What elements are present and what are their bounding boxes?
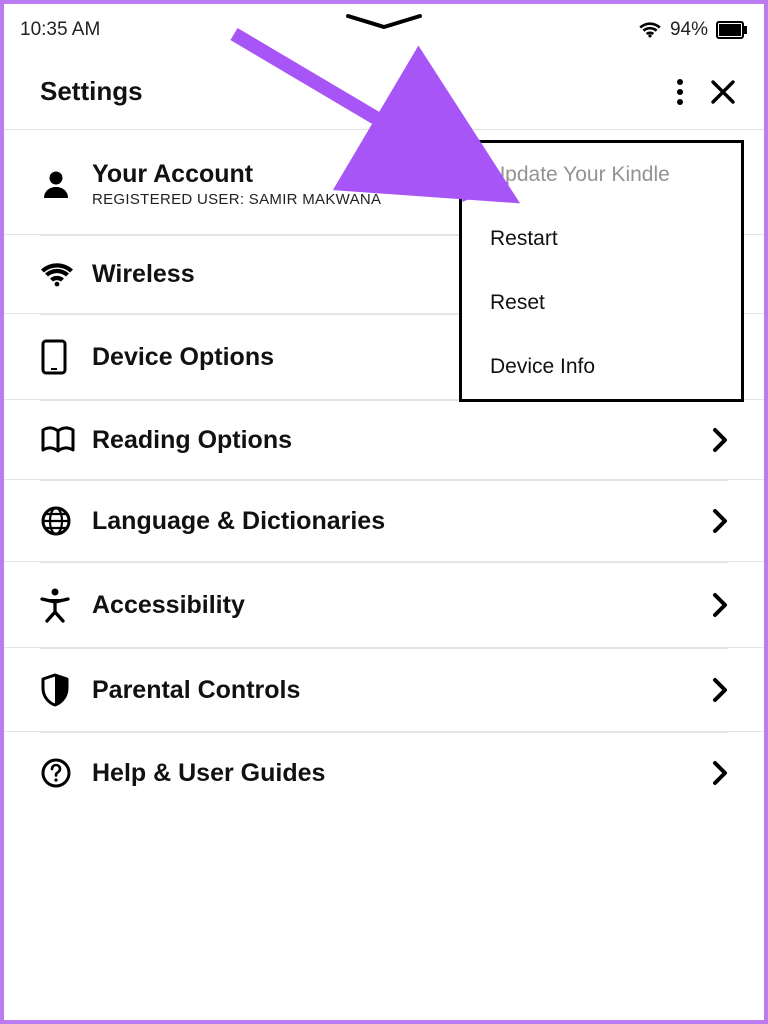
more-options-icon[interactable] [676,78,684,106]
book-icon [40,425,92,455]
tablet-icon [40,339,92,375]
accessibility-icon [40,587,92,623]
menu-item-restart[interactable]: Restart [462,207,741,271]
row-title: Reading Options [92,426,712,455]
row-help-guides[interactable]: Help & User Guides [4,733,764,813]
row-title: Language & Dictionaries [92,507,712,536]
close-icon[interactable] [710,79,736,105]
wifi-icon [40,261,92,289]
pull-down-handle-icon[interactable] [342,12,426,32]
menu-item-device-info[interactable]: Device Info [462,335,741,399]
status-time: 10:35 AM [20,19,100,41]
battery-percent: 94% [670,19,708,41]
chevron-right-icon [712,760,728,786]
chevron-right-icon [712,508,728,534]
row-parental-controls[interactable]: Parental Controls [4,649,764,732]
chevron-right-icon [712,427,728,453]
overflow-menu: Update Your Kindle Restart Reset Device … [459,140,744,402]
row-title: Parental Controls [92,676,712,705]
chevron-right-icon [712,677,728,703]
row-reading-options[interactable]: Reading Options [4,401,764,480]
globe-icon [40,505,92,537]
status-bar: 10:35 AM 94% [4,4,764,50]
wifi-icon [638,20,662,40]
row-accessibility[interactable]: Accessibility [4,563,764,648]
battery-icon [716,21,748,39]
person-icon [40,168,92,200]
settings-header: Settings [4,50,764,129]
menu-item-reset[interactable]: Reset [462,271,741,335]
row-language-dictionaries[interactable]: Language & Dictionaries [4,481,764,562]
page-title: Settings [40,76,143,107]
chevron-right-icon [712,592,728,618]
menu-item-update[interactable]: Update Your Kindle [462,143,741,207]
help-icon [40,757,92,789]
shield-icon [40,673,92,707]
row-title: Help & User Guides [92,759,712,788]
row-title: Accessibility [92,591,712,620]
